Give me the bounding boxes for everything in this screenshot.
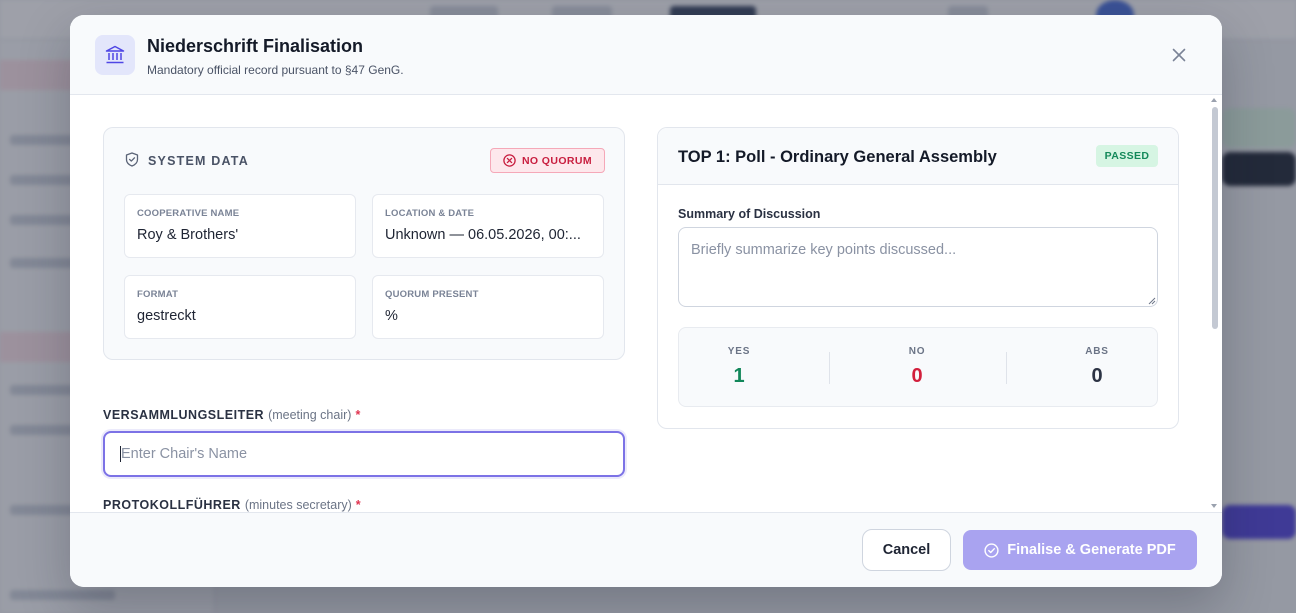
finalisation-modal: Niederschrift Finalisation Mandatory off… (70, 15, 1222, 587)
vote-label: YES (727, 346, 751, 357)
modal-header: Niederschrift Finalisation Mandatory off… (70, 15, 1222, 95)
vote-label: ABS (1085, 346, 1109, 357)
cancel-button[interactable]: Cancel (862, 529, 951, 571)
resize-grip-icon[interactable] (1148, 297, 1156, 305)
scrollbar-thumb[interactable] (1212, 107, 1218, 329)
vote-yes: YES 1 (679, 328, 829, 408)
vote-count: 0 (911, 365, 923, 387)
vote-no: NO 0 (857, 328, 1007, 408)
agenda-item-title: TOP 1: Poll - Ordinary General Assembly (678, 148, 997, 166)
info-label: QUORUM PRESENT (385, 289, 479, 300)
vote-count: 1 (733, 365, 745, 387)
quorum-badge-label: NO QUORUM (521, 154, 593, 167)
close-icon (1172, 48, 1186, 62)
text-caret (120, 446, 121, 462)
check-circle-icon (984, 542, 999, 558)
secretary-label-text: PROTOKOLLFÜHRER (103, 498, 241, 512)
scroll-down-icon[interactable] (1211, 504, 1217, 508)
finalise-button-label: Finalise & Generate PDF (1007, 542, 1176, 558)
system-data-heading: SYSTEM DATA (148, 154, 249, 168)
chair-label-hint: (meeting chair) (268, 408, 352, 422)
secretary-field-label: PROTOKOLLFÜHRER (minutes secretary) * (103, 498, 361, 512)
system-data-panel: SYSTEM DATA NO QUORUM COOPERATIVE NAME R… (103, 127, 625, 360)
scroll-up-icon[interactable] (1211, 98, 1217, 102)
required-marker: * (355, 408, 361, 422)
vote-label: NO (908, 346, 926, 357)
info-card-format: FORMAT gestreckt (124, 275, 356, 339)
vote-divider (1006, 352, 1007, 384)
info-value: Roy & Brothers' (137, 227, 239, 243)
vote-count: 0 (1091, 365, 1103, 387)
modal-footer: Cancel Finalise & Generate PDF (70, 512, 1222, 587)
agenda-status-badge: PASSED (1096, 145, 1158, 167)
info-card-location-date: LOCATION & DATE Unknown — 06.05.2026, 00… (372, 194, 604, 258)
secretary-label-hint: (minutes secretary) (244, 498, 352, 512)
info-card-quorum-present: QUORUM PRESENT % (372, 275, 604, 339)
summary-textarea[interactable] (678, 227, 1158, 307)
chair-field-label: VERSAMMLUNGSLEITER (meeting chair) * (103, 408, 361, 422)
x-circle-icon (503, 154, 516, 167)
info-label: COOPERATIVE NAME (137, 208, 240, 219)
shield-check-icon (125, 152, 139, 167)
info-value: Unknown — 06.05.2026, 00:... (385, 227, 581, 243)
agenda-item-panel: TOP 1: Poll - Ordinary General Assembly … (657, 127, 1179, 429)
info-value: gestreckt (137, 308, 196, 324)
summary-label: Summary of Discussion (678, 207, 821, 221)
modal-subtitle: Mandatory official record pursuant to §4… (147, 63, 404, 77)
close-button[interactable] (1166, 42, 1192, 68)
modal-title: Niederschrift Finalisation (147, 36, 364, 56)
vote-divider (829, 352, 830, 384)
info-value: % (385, 308, 398, 324)
info-label: FORMAT (137, 289, 179, 300)
agenda-item-header: TOP 1: Poll - Ordinary General Assembly … (658, 128, 1178, 185)
bank-building-icon (95, 35, 135, 75)
modal-body: SYSTEM DATA NO QUORUM COOPERATIVE NAME R… (70, 95, 1222, 512)
chair-label-text: VERSAMMLUNGSLEITER (103, 408, 265, 422)
quorum-status-badge: NO QUORUM (490, 148, 605, 173)
info-card-cooperative-name: COOPERATIVE NAME Roy & Brothers' (124, 194, 356, 258)
vote-results: YES 1 NO 0 ABS 0 (678, 327, 1158, 407)
finalise-generate-pdf-button[interactable]: Finalise & Generate PDF (963, 530, 1197, 570)
info-label: LOCATION & DATE (385, 208, 475, 219)
vote-abstain: ABS 0 (1037, 328, 1178, 408)
chair-name-input[interactable] (103, 431, 625, 477)
required-marker: * (355, 498, 362, 512)
